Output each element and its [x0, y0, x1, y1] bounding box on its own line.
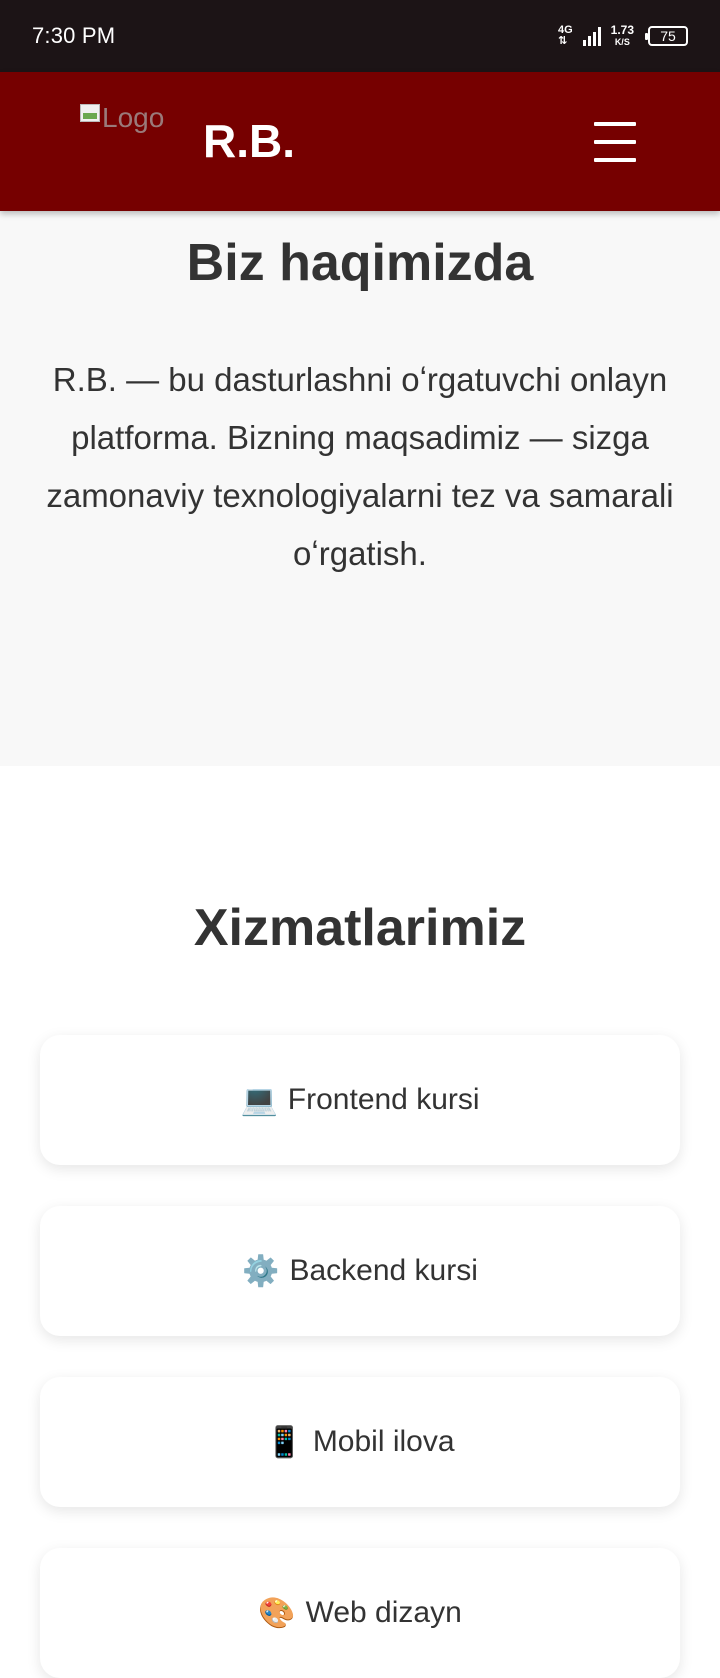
mobile-phone-icon: 📱: [265, 1425, 303, 1459]
brand-name[interactable]: R.B.: [203, 114, 295, 168]
status-time: 7:30 PM: [32, 23, 116, 48]
menu-bar: [594, 140, 636, 144]
status-icons: 4G ⇅ 1.73 K/S 75: [558, 24, 688, 48]
broken-image-icon: [80, 104, 100, 122]
service-label: Frontend kursi: [287, 1083, 480, 1116]
hamburger-menu-button[interactable]: [594, 120, 638, 164]
logo-image[interactable]: Logo: [80, 102, 164, 134]
service-label: Backend kursi: [289, 1254, 478, 1287]
laptop-icon: 💻: [240, 1083, 278, 1117]
logo-alt-text: Logo: [102, 102, 165, 133]
battery-level: 75: [660, 28, 676, 44]
network-speed-unit: K/S: [614, 37, 630, 47]
network-speed: 1.73 K/S: [611, 24, 634, 48]
about-text: R.B. — bu dasturlashni oʻrgatuvchi onlay…: [46, 361, 674, 572]
menu-bar: [594, 158, 636, 162]
service-label: Web dizayn: [305, 1596, 462, 1629]
palette-icon: 🎨: [258, 1596, 296, 1630]
status-bar: 7:30 PM 4G ⇅ 1.73 K/S 75: [0, 0, 720, 72]
service-card-backend[interactable]: ⚙️ Backend kursi: [40, 1206, 680, 1336]
signal-icon: [582, 26, 601, 46]
service-card-mobile[interactable]: 📱 Mobil ilova: [40, 1377, 680, 1507]
data-arrows-icon: ⇅: [557, 35, 568, 47]
about-title: Biz haqimizda: [186, 234, 534, 292]
service-label: Mobil ilova: [312, 1425, 455, 1458]
service-card-web-design[interactable]: 🎨 Web dizayn: [40, 1548, 680, 1678]
site-header: Logo R.B.: [0, 72, 720, 211]
service-card-frontend[interactable]: 💻 Frontend kursi: [40, 1035, 680, 1165]
gear-icon: ⚙️: [242, 1254, 280, 1288]
network-speed-value: 1.73: [610, 23, 634, 37]
menu-bar: [594, 122, 636, 126]
network-type-icon: 4G ⇅: [558, 25, 573, 47]
battery-icon: 75: [645, 26, 688, 46]
about-section: Biz haqimizda R.B. — bu dasturlashni oʻr…: [0, 211, 720, 766]
services-title: Xizmatlarimiz: [193, 899, 527, 957]
